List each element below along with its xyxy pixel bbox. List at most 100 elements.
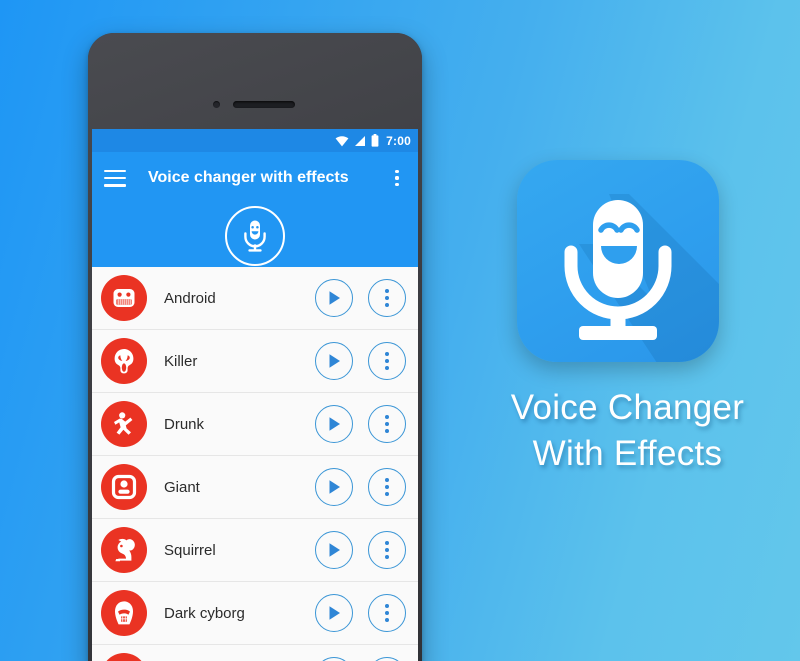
play-icon <box>329 606 340 620</box>
dancing-person-icon <box>114 412 133 435</box>
play-icon <box>329 291 340 305</box>
dark-helmet-icon <box>115 601 133 625</box>
list-item[interactable]: Grand Canyon <box>92 645 418 661</box>
overflow-menu-icon[interactable] <box>388 168 406 188</box>
overflow-dot <box>395 170 399 174</box>
list-item[interactable]: Killer <box>92 330 418 393</box>
signal-icon <box>355 135 366 146</box>
hamburger-menu-icon[interactable] <box>104 169 126 187</box>
more-options-button[interactable] <box>368 279 406 317</box>
dot <box>385 429 389 434</box>
list-item-label: Squirrel <box>164 541 216 559</box>
play-icon <box>329 543 340 557</box>
dot <box>385 351 389 356</box>
hamburger-line <box>104 169 126 172</box>
play-icon <box>329 417 340 431</box>
dot <box>385 477 389 482</box>
play-icon <box>329 354 340 368</box>
list-item[interactable]: Dark cyborg <box>92 582 418 645</box>
avatar <box>101 275 147 321</box>
more-options-button[interactable] <box>368 531 406 569</box>
list-item-label: Dark cyborg <box>164 604 245 622</box>
play-icon <box>329 480 340 494</box>
play-button[interactable] <box>315 594 353 632</box>
phone-screen: 7:00 Voice changer with effects Android … <box>92 129 418 661</box>
dot <box>385 288 389 293</box>
avatar <box>101 338 147 384</box>
dot <box>385 359 389 363</box>
avatar <box>101 527 147 573</box>
dot <box>385 414 389 419</box>
microphone-icon <box>244 220 266 252</box>
play-button[interactable] <box>315 657 353 661</box>
dot <box>385 548 389 552</box>
list-item[interactable]: Android <box>92 267 418 330</box>
list-item-label: Drunk <box>164 415 205 433</box>
smiling-microphone-logo <box>564 194 719 362</box>
front-camera-icon <box>213 101 220 108</box>
play-button[interactable] <box>315 405 353 443</box>
earpiece-speaker <box>233 101 295 108</box>
more-options-button[interactable] <box>368 594 406 632</box>
avatar <box>101 464 147 510</box>
more-options-icon <box>385 351 389 371</box>
more-options-icon <box>385 603 389 623</box>
list-item-label: Giant <box>164 478 200 496</box>
status-bar-clock: 7:00 <box>386 133 411 148</box>
dot <box>385 303 389 308</box>
battery-icon <box>371 134 379 147</box>
dot <box>385 485 389 489</box>
more-options-button[interactable] <box>368 405 406 443</box>
play-button[interactable] <box>315 468 353 506</box>
scream-mask-icon <box>114 349 134 374</box>
wifi-icon <box>335 135 349 146</box>
avatar <box>101 401 147 447</box>
dot <box>385 492 389 497</box>
record-button-row <box>92 204 418 267</box>
status-bar: 7:00 <box>92 129 418 152</box>
hamburger-line <box>104 176 126 180</box>
brand-title: Voice Changer With Effects <box>455 385 800 477</box>
more-options-icon <box>385 288 389 308</box>
list-item[interactable]: Drunk <box>92 393 418 456</box>
voice-effects-list: Android Killer Drunk Giant Squirrel Dark… <box>92 267 418 661</box>
dot <box>385 555 389 560</box>
dot <box>385 296 389 300</box>
giant-person-icon <box>111 474 137 500</box>
app-bar-title: Voice changer with effects <box>148 169 349 186</box>
overflow-dot <box>395 176 399 180</box>
play-button[interactable] <box>315 531 353 569</box>
list-item-label: Android <box>164 289 216 307</box>
screenshot-canvas: 7:00 Voice changer with effects Android … <box>0 0 800 661</box>
dot <box>385 603 389 608</box>
more-options-icon <box>385 540 389 560</box>
more-options-button[interactable] <box>368 468 406 506</box>
more-options-icon <box>385 477 389 497</box>
more-options-button[interactable] <box>368 342 406 380</box>
phone-mockup: 7:00 Voice changer with effects Android … <box>88 33 422 661</box>
app-logo <box>517 160 719 362</box>
avatar <box>101 590 147 636</box>
list-item-label: Killer <box>164 352 198 370</box>
list-item[interactable]: Giant <box>92 456 418 519</box>
dot <box>385 366 389 371</box>
dot <box>385 618 389 623</box>
more-options-icon <box>385 414 389 434</box>
app-bar: Voice changer with effects <box>92 152 418 267</box>
hamburger-line <box>104 184 126 187</box>
avatar <box>101 653 147 661</box>
android-robot-icon <box>113 289 135 307</box>
more-options-button[interactable] <box>368 657 406 661</box>
dot <box>385 422 389 426</box>
brand-title-line-2: With Effects <box>532 434 723 474</box>
overflow-dot <box>395 182 399 186</box>
brand-title-line-1: Voice Changer <box>510 388 745 427</box>
play-button[interactable] <box>315 279 353 317</box>
app-bar-top-row: Voice changer with effects <box>92 152 418 204</box>
list-item[interactable]: Squirrel <box>92 519 418 582</box>
play-button[interactable] <box>315 342 353 380</box>
dot <box>385 611 389 615</box>
dot <box>385 540 389 545</box>
squirrel-icon <box>115 538 135 562</box>
record-microphone-button[interactable] <box>225 205 285 266</box>
